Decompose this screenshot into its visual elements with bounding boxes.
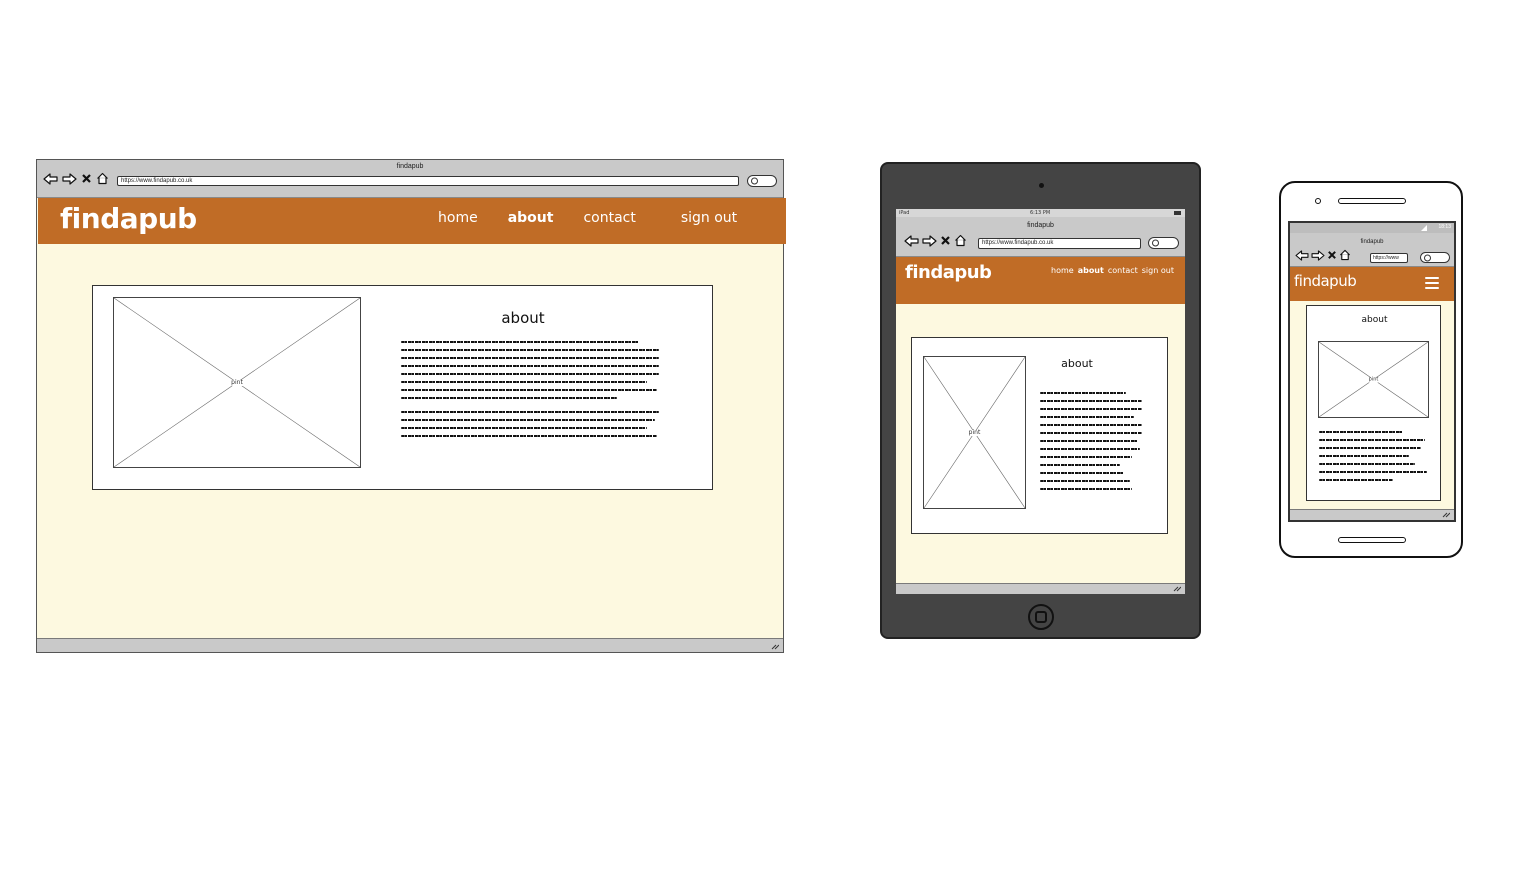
pint-image-placeholder: pint <box>923 356 1026 509</box>
signal-icon <box>1421 225 1427 231</box>
battery-icon <box>1174 211 1181 215</box>
url-bar[interactable]: https://www.findapub.co.uk <box>117 176 739 186</box>
brand-logo[interactable]: findapub <box>905 262 992 283</box>
resize-grip-icon[interactable] <box>1173 586 1181 592</box>
desktop-browser-chrome: findapub https://www.findapub.co.uk <box>37 160 783 198</box>
search-pill[interactable] <box>747 175 777 187</box>
site-header: findapub <box>1290 267 1454 301</box>
pint-image-placeholder: pint <box>113 297 361 468</box>
phone-status-bar <box>1290 509 1454 520</box>
resize-grip-icon[interactable] <box>1442 512 1450 518</box>
card-title: about <box>1061 357 1093 370</box>
main-nav: home about contact sign out <box>438 210 737 226</box>
nav-contact[interactable]: contact <box>583 210 635 226</box>
phone-bottom-speaker <box>1338 537 1406 543</box>
url-bar[interactable]: https://www.findapub.co.uk <box>978 238 1141 249</box>
tablet-screen: iPad 6:13 PM findapub https://www.findap… <box>896 209 1185 594</box>
nav-about[interactable]: about <box>508 210 554 226</box>
home-icon[interactable] <box>954 234 967 247</box>
window-title: findapub <box>1027 222 1054 229</box>
about-card: about pint <box>1306 305 1441 501</box>
url-bar[interactable]: https://www <box>1370 253 1408 263</box>
forward-arrow-icon[interactable] <box>922 234 937 247</box>
phone-speaker <box>1338 198 1406 204</box>
tablet-home-button[interactable] <box>1028 604 1054 630</box>
back-arrow-icon[interactable] <box>1295 249 1309 261</box>
window-title: findapub <box>1360 239 1384 245</box>
tablet-status-bar <box>896 583 1185 594</box>
image-label: pint <box>967 428 982 436</box>
forward-arrow-icon[interactable] <box>1311 249 1325 261</box>
search-icon <box>1152 239 1159 247</box>
phone-browser-chrome: findapub https://www <box>1290 233 1454 267</box>
status-time: 6:13 PM <box>1030 210 1051 216</box>
phone-screen: 18:13 findapub https://www findapub abou… <box>1288 221 1456 522</box>
image-label: pint <box>1367 376 1380 382</box>
search-pill[interactable] <box>1420 252 1450 263</box>
tablet-browser-chrome: findapub https://www.findapub.co.uk <box>896 217 1185 257</box>
site-header: findapub home about contact sign out <box>38 198 786 244</box>
tablet-camera <box>1039 183 1044 188</box>
about-card: pint about <box>92 285 713 490</box>
tablet-device: iPad 6:13 PM findapub https://www.findap… <box>880 162 1201 639</box>
stop-x-icon[interactable] <box>940 235 951 246</box>
desktop-browser-window: findapub https://www.findapub.co.uk find… <box>36 159 786 653</box>
card-title: about <box>1361 315 1388 325</box>
desktop-status-bar <box>37 638 783 652</box>
status-time: 18:13 <box>1438 224 1451 230</box>
home-icon[interactable] <box>96 172 109 185</box>
stop-x-icon[interactable] <box>1327 250 1337 260</box>
forward-arrow-icon[interactable] <box>62 172 77 185</box>
back-arrow-icon[interactable] <box>43 172 58 185</box>
search-pill[interactable] <box>1148 237 1179 249</box>
lorem-text-block <box>1319 431 1429 487</box>
search-icon <box>1424 254 1431 261</box>
pint-image-placeholder: pint <box>1318 341 1429 418</box>
ios-status-bar: iPad 6:13 PM <box>896 209 1185 217</box>
search-icon <box>751 177 758 185</box>
brand-logo[interactable]: findapub <box>60 202 197 235</box>
back-arrow-icon[interactable] <box>904 234 919 247</box>
image-label: pint <box>230 378 244 386</box>
resize-grip-icon[interactable] <box>771 644 779 650</box>
nav-contact[interactable]: contact <box>1108 266 1138 275</box>
phone-camera <box>1315 198 1321 204</box>
status-device: iPad <box>899 210 910 216</box>
home-icon[interactable] <box>1339 249 1351 261</box>
nav-home[interactable]: home <box>438 210 478 226</box>
nav-sign-out[interactable]: sign out <box>681 210 737 226</box>
card-title: about <box>501 309 545 327</box>
window-title: findapub <box>396 163 424 170</box>
nav-about[interactable]: about <box>1078 266 1104 275</box>
hamburger-icon[interactable] <box>1425 277 1439 292</box>
android-status-bar: 18:13 <box>1290 223 1454 233</box>
site-header: findapub home about contact sign out <box>896 257 1185 304</box>
lorem-text-block <box>401 341 661 443</box>
brand-logo[interactable]: findapub <box>1294 272 1357 290</box>
main-nav: home about contact sign out <box>1051 266 1174 275</box>
about-card: pint about <box>911 337 1168 534</box>
phone-device: 18:13 findapub https://www findapub abou… <box>1279 181 1463 558</box>
nav-home[interactable]: home <box>1051 266 1074 275</box>
lorem-text-block <box>1040 392 1144 496</box>
stop-x-icon[interactable] <box>81 173 92 184</box>
nav-sign-out[interactable]: sign out <box>1142 266 1174 275</box>
